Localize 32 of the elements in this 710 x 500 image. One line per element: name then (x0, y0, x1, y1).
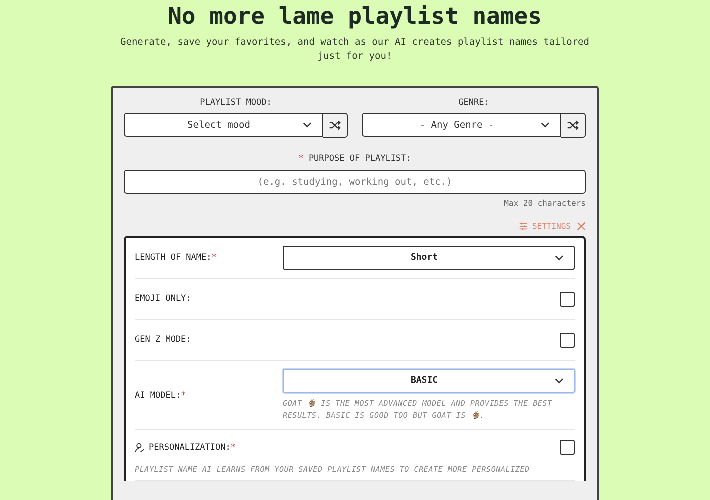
chevron-down-icon (541, 122, 550, 128)
dropdown[interactable]: Short (283, 246, 575, 270)
shuffle-icon (567, 120, 579, 131)
purpose-input[interactable]: (e.g. studying, working out, etc.) (124, 170, 586, 194)
dropdown[interactable]: Select mood (124, 113, 323, 137)
field-label: PLAYLIST MOOD: (200, 98, 272, 108)
dropdown[interactable]: BASIC (283, 369, 575, 393)
required-asterisk: * (212, 253, 217, 263)
sliders-icon (519, 222, 528, 231)
page-title: No more lame playlist names (168, 4, 542, 30)
dropdown[interactable]: - Any Genre - (362, 113, 561, 137)
required-asterisk: * (230, 442, 236, 452)
setting-label: AI MODEL: (135, 390, 182, 400)
shuffle-button[interactable] (561, 113, 586, 138)
setting-label: PERSONALIZATION: (149, 442, 231, 452)
chevron-down-icon (303, 122, 312, 128)
shuffle-button[interactable] (323, 113, 348, 138)
shuffle-icon (329, 120, 341, 131)
checkbox[interactable] (560, 440, 575, 455)
setting-label: EMOJI ONLY: (135, 294, 192, 304)
page-subtitle: Generate, save your favorites, and watch as our AI creates playlist names tailored just for you! (120, 36, 590, 64)
checkbox[interactable] (560, 332, 575, 348)
field-label: PURPOSE OF PLAYLIST: (308, 154, 412, 164)
setting-label: GEN Z MODE: (135, 335, 192, 345)
chevron-down-icon (555, 255, 564, 261)
required-asterisk: * (181, 390, 186, 400)
character-limit-hint: Max 20 characters (504, 199, 586, 208)
required-asterisk: * (298, 154, 304, 164)
setting-label: LENGTH OF NAME: (135, 253, 212, 263)
checkbox[interactable] (560, 292, 575, 306)
chevron-down-icon (555, 378, 564, 384)
field-label: GENRE: (458, 98, 490, 108)
